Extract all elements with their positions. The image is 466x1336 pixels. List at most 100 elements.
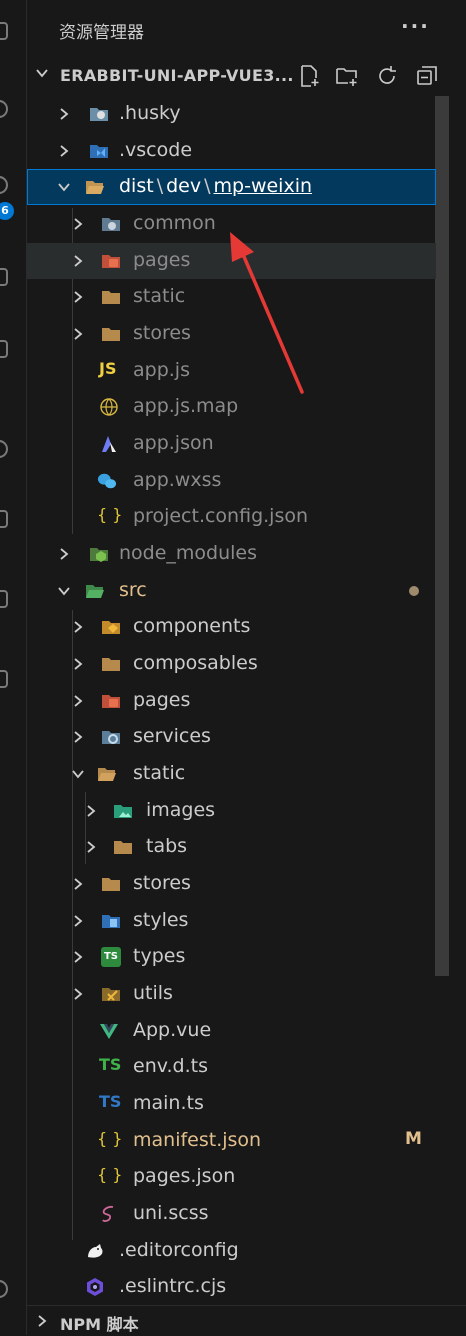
tree-file-project-config-json[interactable]: { } project.config.json: [27, 499, 436, 535]
tree-item-label: manifest.json: [133, 1129, 262, 1151]
refresh-icon[interactable]: [375, 64, 399, 88]
tree-folder-services[interactable]: services: [27, 719, 436, 755]
chevron-down-icon[interactable]: [35, 66, 49, 80]
search-icon[interactable]: [0, 100, 8, 118]
tree-item-label: components: [133, 615, 251, 637]
chevron-right-icon: [74, 731, 83, 743]
tree-item-label: node_modules: [119, 542, 258, 564]
tree-folder-pages[interactable]: pages: [27, 243, 436, 279]
database-icon[interactable]: [0, 670, 8, 688]
typescript-def-icon: TS: [99, 1055, 122, 1074]
new-folder-icon[interactable]: [335, 64, 359, 88]
tree-folder-stores[interactable]: stores: [27, 316, 436, 352]
testing-icon[interactable]: [0, 510, 8, 528]
tree-folder-composables[interactable]: composables: [27, 646, 436, 682]
chevron-right-icon: [87, 841, 96, 853]
tree-item-label: env.d.ts: [133, 1055, 208, 1077]
more-horizontal-icon[interactable]: ···: [401, 14, 430, 38]
chevron-right-icon: [74, 621, 83, 633]
tree-file-manifest-json[interactable]: { } manifest.json M: [27, 1123, 436, 1159]
tree-file-env-d-ts[interactable]: TS env.d.ts: [27, 1049, 436, 1085]
scrollbar-thumb[interactable]: [435, 96, 449, 976]
tree-folder-src[interactable]: src: [27, 573, 436, 609]
tree-file-uni-scss[interactable]: uni.scss: [27, 1196, 436, 1232]
src-folder-icon: [86, 585, 104, 598]
vue-icon: [100, 1024, 118, 1039]
common-folder-icon: [102, 218, 120, 231]
new-file-icon[interactable]: [297, 64, 321, 88]
tree-item-label: app.json: [133, 432, 214, 454]
tree-file-app-json[interactable]: app.json: [27, 426, 436, 462]
tree-folder-utils[interactable]: utils: [27, 976, 436, 1012]
types-folder-icon: TS: [101, 947, 121, 967]
tree-file-app-vue[interactable]: App.vue: [27, 1013, 436, 1049]
chevron-right-icon: [74, 695, 83, 707]
tree-folder-stores[interactable]: stores: [27, 866, 436, 902]
account-icon[interactable]: [0, 1280, 8, 1298]
tree-file-editorconfig[interactable]: .editorconfig: [27, 1233, 436, 1269]
tree-item-label: .eslintrc.cjs: [119, 1275, 227, 1297]
explorer-sidebar: 资源管理器 ··· ERABBIT-UNI-APP-VUE3... .husky…: [27, 0, 466, 1336]
tree-item-label: static: [133, 285, 186, 307]
js-map-icon: [100, 398, 118, 416]
run-debug-icon[interactable]: [0, 268, 8, 286]
activity-bar: 6: [0, 0, 27, 1335]
npm-scripts-label: NPM 脚本: [60, 1315, 139, 1334]
docker-icon[interactable]: [0, 590, 8, 608]
tree-folder-dist-dev-mp-weixin[interactable]: dist \ dev \ mp-weixin: [27, 169, 436, 205]
tree-folder-types[interactable]: TS types: [27, 939, 436, 975]
project-header[interactable]: ERABBIT-UNI-APP-VUE3...: [27, 58, 466, 94]
tree-folder-components[interactable]: components: [27, 609, 436, 645]
tree-file-main-ts[interactable]: TS main.ts: [27, 1086, 436, 1122]
chevron-down-icon: [58, 183, 70, 192]
extensions-icon[interactable]: [0, 440, 8, 458]
tree-folder-images[interactable]: images: [27, 793, 436, 829]
tree-folder-common[interactable]: common: [27, 206, 436, 242]
tree-folder-tabs[interactable]: tabs: [27, 829, 436, 865]
git-modified-badge: M: [405, 1129, 422, 1149]
pages-folder-icon: [102, 255, 120, 268]
eslint-icon: [87, 1278, 103, 1296]
styles-folder-icon: [102, 915, 120, 928]
tree-file-app-js[interactable]: JS app.js: [27, 353, 436, 389]
services-folder-icon: [102, 731, 120, 744]
tree-item-label: dist \ dev \ mp-weixin: [119, 175, 313, 197]
explorer-icon[interactable]: [0, 22, 8, 40]
npm-scripts-section[interactable]: NPM 脚本: [27, 1305, 466, 1336]
tree-folder-node-modules[interactable]: node_modules: [27, 536, 436, 572]
folder-icon: [114, 841, 132, 854]
tree-item-label: app.js.map: [133, 395, 239, 417]
folder-icon: [102, 658, 120, 671]
folder-icon: [102, 878, 120, 891]
remote-icon[interactable]: [0, 340, 8, 358]
chevron-right-icon: [60, 108, 69, 120]
vscode-folder-icon: [90, 145, 108, 158]
folder-icon: [102, 328, 120, 341]
chevron-right-icon: [74, 328, 83, 340]
tree-item-label: project.config.json: [133, 505, 309, 527]
tree-folder-husky[interactable]: .husky: [27, 96, 436, 132]
tree-item-label: stores: [133, 872, 191, 894]
tree-folder-vscode[interactable]: .vscode: [27, 133, 436, 169]
collapse-all-icon[interactable]: [415, 64, 439, 88]
tree-file-pages-json[interactable]: { } pages.json: [27, 1159, 436, 1195]
tree-item-label: images: [146, 799, 216, 821]
tree-item-label: utils: [133, 982, 173, 1004]
tree-file-app-js-map[interactable]: app.js.map: [27, 389, 436, 425]
tree-item-label: .editorconfig: [119, 1239, 239, 1261]
tree-item-label: App.vue: [133, 1019, 212, 1041]
source-control-icon[interactable]: [0, 176, 8, 194]
source-control-badge: 6: [0, 202, 14, 220]
folder-icon: [102, 291, 120, 304]
tree-folder-static-open[interactable]: static: [27, 756, 436, 792]
tree-folder-static[interactable]: static: [27, 279, 436, 315]
tree-file-eslintrc-cjs[interactable]: .eslintrc.cjs: [27, 1269, 436, 1305]
images-folder-icon: [114, 805, 132, 818]
folder-open-icon: [86, 181, 104, 194]
chevron-right-icon: [87, 805, 96, 817]
tree-folder-pages[interactable]: pages: [27, 683, 436, 719]
tree-folder-styles[interactable]: styles: [27, 903, 436, 939]
tree-file-app-wxss[interactable]: app.wxss: [27, 463, 436, 499]
tree-item-label: .husky: [119, 102, 181, 124]
tree-item-label: src: [119, 579, 147, 601]
